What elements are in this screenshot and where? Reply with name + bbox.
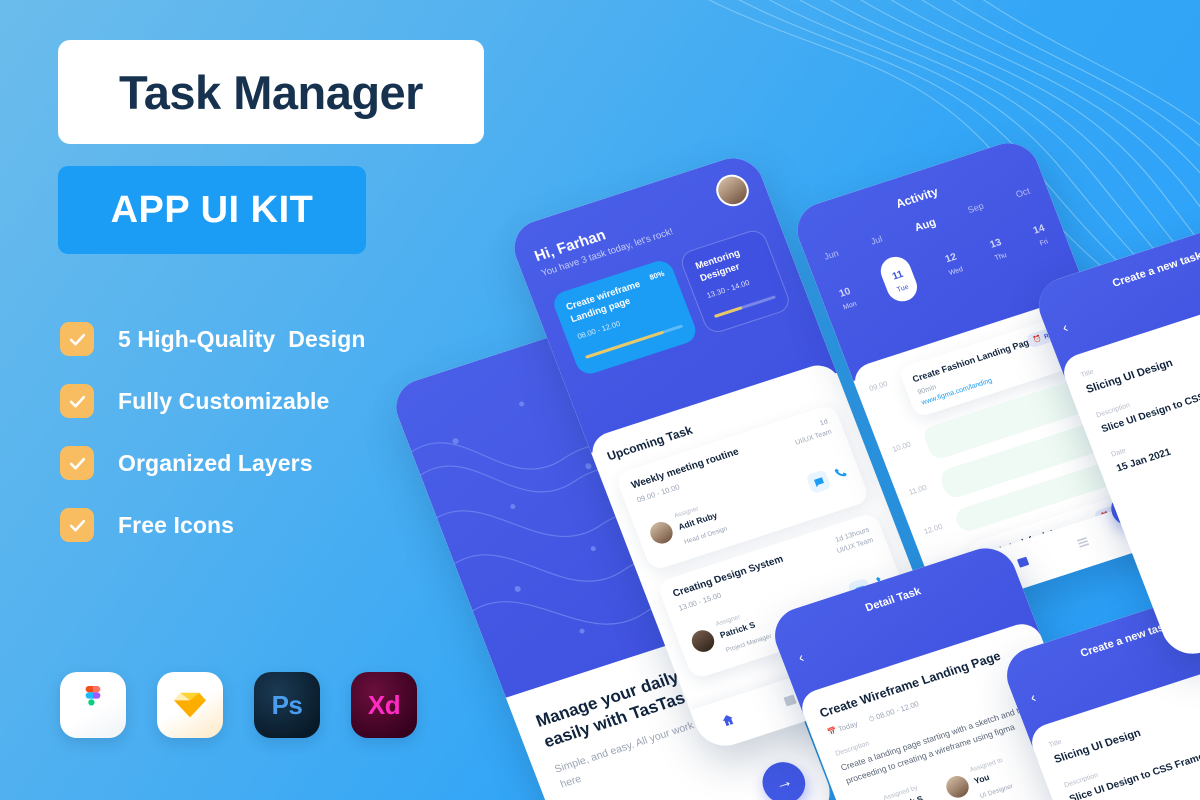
month-option[interactable]: Jun bbox=[823, 248, 841, 264]
progress-bar bbox=[714, 294, 776, 318]
day-number: 12 bbox=[943, 251, 959, 266]
day-option[interactable]: 14 Fri bbox=[1030, 218, 1051, 248]
calendar-icon: 📅 bbox=[826, 726, 839, 738]
avatar bbox=[942, 773, 972, 800]
month-option[interactable]: Jul bbox=[869, 234, 884, 249]
assignee: Assigner Patrick S Project Manager bbox=[684, 599, 774, 666]
onboarding-next-button[interactable]: → bbox=[756, 756, 812, 800]
task-card-secondary[interactable]: Mentoring Designer 13.30 - 14.00 bbox=[678, 227, 793, 336]
time-value: 08.00 - 12.00 bbox=[874, 699, 921, 722]
day-number: 11 bbox=[890, 268, 905, 283]
bell-icon: ⏰ bbox=[1032, 334, 1043, 345]
task-date: 📅 Today bbox=[826, 719, 859, 738]
time-slot-label: 11.00 bbox=[907, 482, 929, 497]
assignee-role: Head of Design bbox=[683, 525, 729, 546]
month-option[interactable]: Oct bbox=[1014, 186, 1032, 202]
assignee-role: Project Manager bbox=[724, 632, 773, 655]
date-value: Today bbox=[836, 719, 860, 734]
day-option[interactable]: 12 Wed bbox=[941, 246, 965, 277]
day-option[interactable]: 10 Mon bbox=[835, 281, 858, 311]
time-slot-label: 12.00 bbox=[922, 521, 944, 537]
day-number: 10 bbox=[837, 286, 853, 300]
home-icon[interactable] bbox=[719, 711, 739, 733]
avatar bbox=[688, 627, 718, 655]
assignee: Assigner Adit Ruby Head of Design bbox=[643, 492, 730, 558]
day-option[interactable]: 13 Thu bbox=[986, 232, 1008, 262]
arrow-right-icon: → bbox=[772, 770, 796, 794]
day-weekday: Thu bbox=[993, 251, 1008, 263]
month-option[interactable]: Sep bbox=[966, 201, 986, 217]
day-weekday: Wed bbox=[948, 266, 965, 277]
avatar bbox=[647, 519, 676, 547]
day-weekday: Tue bbox=[896, 283, 910, 294]
task-card-row: 80% Create wireframe Landing page 08.00 … bbox=[550, 227, 793, 377]
day-option-selected[interactable]: 11 Tue bbox=[876, 252, 922, 306]
calendar-icon[interactable] bbox=[1015, 554, 1034, 575]
phone-mockup-group: TasTask Manage your daily task easily wi… bbox=[0, 0, 1200, 800]
time-slot-label: 10.00 bbox=[891, 439, 913, 454]
phone-icon[interactable] bbox=[833, 464, 851, 485]
month-option-selected[interactable]: Aug bbox=[913, 216, 938, 234]
day-number: 14 bbox=[1031, 222, 1047, 237]
assigned-to-role: UI Designer bbox=[979, 783, 1015, 800]
chat-icon[interactable] bbox=[805, 469, 832, 495]
day-number: 13 bbox=[988, 237, 1004, 251]
task-card-primary[interactable]: 80% Create wireframe Landing page 08.00 … bbox=[550, 257, 700, 377]
promo-canvas: Task Manager APP UI KIT 5 High-Quality D… bbox=[0, 0, 1200, 800]
day-weekday: Fri bbox=[1038, 238, 1050, 248]
day-weekday: Mon bbox=[842, 300, 858, 312]
assigned-to: Assigned to You UI Designer bbox=[939, 750, 1016, 800]
list-icon[interactable] bbox=[1074, 534, 1093, 555]
